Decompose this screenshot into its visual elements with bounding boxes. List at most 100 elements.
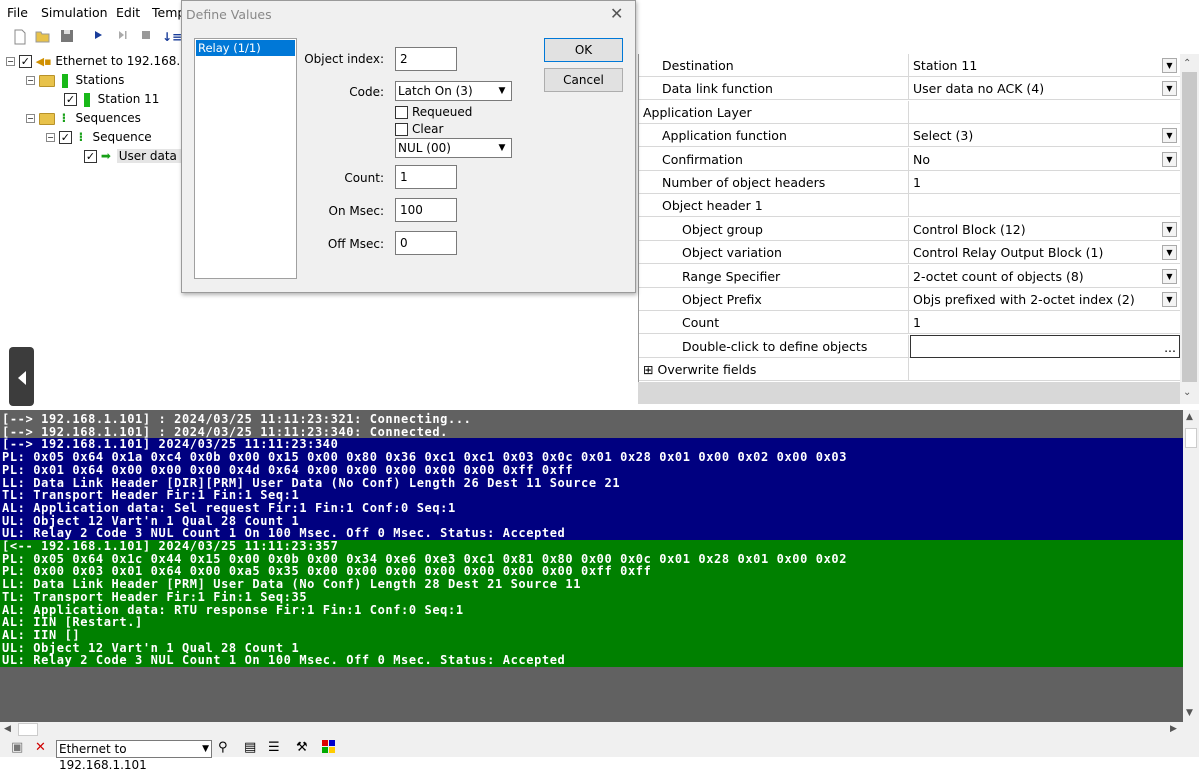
property-value[interactable]: 1: [910, 311, 1180, 334]
tree-item-sequence[interactable]: − ✓ ⁝ Sequence: [46, 128, 152, 147]
property-value[interactable]: [910, 101, 1180, 124]
collapse-icon[interactable]: −: [26, 114, 35, 123]
menu-file[interactable]: File: [7, 5, 28, 20]
property-value[interactable]: Control Block (12) ▼: [910, 218, 1180, 241]
menu-edit[interactable]: Edit: [116, 5, 140, 20]
message-log[interactable]: [--> 192.168.1.101] : 2024/03/25 11:11:2…: [0, 410, 1183, 722]
requeued-checkbox[interactable]: Requeued: [395, 105, 472, 119]
scroll-up-icon[interactable]: ▲: [1186, 412, 1193, 422]
checkbox-sequence[interactable]: ✓: [58, 131, 72, 144]
tree-item-root[interactable]: − ✓ ◀▪ Ethernet to 192.168.1.: [6, 52, 192, 71]
collapse-icon[interactable]: −: [26, 76, 35, 85]
collapse-icon[interactable]: −: [6, 57, 15, 66]
object-list[interactable]: Relay (1/1): [194, 38, 297, 279]
property-row[interactable]: Application function Select (3) ▼: [639, 124, 1180, 148]
property-value[interactable]: 1: [910, 171, 1180, 194]
chevron-down-icon[interactable]: ▼: [1162, 292, 1177, 307]
clear-checkbox-box[interactable]: [395, 123, 408, 136]
code-select[interactable]: Latch On (3) ▼: [395, 81, 512, 101]
list-icon[interactable]: ☰: [268, 740, 280, 755]
property-row[interactable]: Count 1: [639, 311, 1180, 335]
chevron-down-icon[interactable]: ▼: [1162, 128, 1177, 144]
document-icon[interactable]: ▤: [244, 740, 256, 755]
tree-item-stations[interactable]: − Stations: [26, 71, 124, 90]
property-value[interactable]: Objs prefixed with 2-octet index (2) ▼: [910, 288, 1180, 311]
nul-select[interactable]: NUL (00) ▼: [395, 138, 512, 158]
save-icon[interactable]: [59, 29, 75, 45]
close-icon[interactable]: ✕: [610, 4, 623, 23]
log-horizontal-scrollbar[interactable]: ◀ ▶: [0, 722, 1199, 738]
clear-checkbox[interactable]: Clear: [395, 122, 443, 136]
property-row[interactable]: Number of object headers 1: [639, 171, 1180, 194]
count-input[interactable]: 1: [395, 165, 457, 189]
object-index-input[interactable]: 2: [395, 47, 457, 71]
property-name-text: Object variation: [682, 245, 782, 261]
on-msec-input[interactable]: 100: [395, 198, 457, 222]
chevron-down-icon[interactable]: ▼: [1162, 151, 1177, 167]
property-row[interactable]: Double-click to define objects...: [639, 334, 1180, 359]
scroll-down-icon[interactable]: ⌄: [1183, 387, 1191, 398]
expand-icon[interactable]: ⊞: [643, 362, 653, 377]
property-row[interactable]: Object group Control Block (12) ▼: [639, 217, 1180, 241]
tools-icon[interactable]: ⚒: [296, 740, 308, 755]
open-folder-icon[interactable]: [35, 29, 51, 45]
property-row[interactable]: Confirmation No ▼: [639, 147, 1180, 171]
property-value[interactable]: [910, 358, 1180, 381]
property-row[interactable]: Object header 1: [639, 194, 1180, 218]
scroll-left-icon[interactable]: ◀: [4, 724, 11, 734]
scrollbar-thumb[interactable]: [1185, 428, 1197, 448]
property-row[interactable]: Data link function User data no ACK (4) ▼: [639, 77, 1180, 101]
ellipsis-button[interactable]: ...: [1164, 336, 1176, 359]
menu-simulation[interactable]: Simulation: [41, 5, 108, 20]
scrollbar-thumb[interactable]: [18, 723, 38, 736]
connection-select[interactable]: Ethernet to 192.168.1.101 ▼: [56, 740, 212, 772]
property-row[interactable]: Range Specifier 2-octet count of objects …: [639, 264, 1180, 288]
tree-item-userdata[interactable]: ✓ ➡ User data n: [84, 147, 191, 166]
scrollbar-thumb[interactable]: [1182, 72, 1197, 382]
off-msec-input[interactable]: 0: [395, 231, 457, 255]
list-item-relay[interactable]: Relay (1/1): [196, 40, 295, 56]
stop-icon[interactable]: [138, 29, 154, 45]
chevron-down-icon[interactable]: ▼: [1162, 58, 1177, 73]
property-row[interactable]: Object variation Control Relay Output Blo…: [639, 241, 1180, 265]
color-palette-icon[interactable]: [322, 740, 335, 757]
new-file-icon[interactable]: [12, 29, 28, 45]
checkbox-station11[interactable]: ✓: [64, 93, 77, 106]
property-grid-scrollbar[interactable]: ⌃ ⌄: [1180, 54, 1199, 404]
property-value[interactable]: 2-octet count of objects (8) ▼: [910, 265, 1180, 288]
requeued-checkbox-box[interactable]: [395, 106, 408, 119]
property-value[interactable]: Control Relay Output Block (1) ▼: [910, 241, 1180, 264]
property-row[interactable]: ⊞ Overwrite fields: [639, 358, 1180, 382]
chevron-down-icon[interactable]: ▼: [1162, 81, 1177, 97]
delete-icon[interactable]: ✕: [35, 740, 46, 755]
ok-button[interactable]: OK: [544, 38, 623, 62]
checkbox-userdata[interactable]: ✓: [84, 150, 97, 163]
scroll-up-icon[interactable]: ⌃: [1183, 58, 1191, 69]
play-icon[interactable]: [90, 29, 106, 45]
tree-item-station11[interactable]: ✓ Station 11: [64, 90, 159, 109]
property-value[interactable]: No ▼: [910, 148, 1180, 171]
property-value[interactable]: Station 11 ▼: [910, 54, 1180, 77]
step-icon[interactable]: [114, 29, 130, 45]
binoculars-icon[interactable]: ⚲: [218, 740, 228, 755]
save-icon[interactable]: ▣: [11, 740, 23, 755]
chevron-down-icon[interactable]: ▼: [1162, 245, 1177, 261]
scroll-down-icon[interactable]: ▼: [1186, 708, 1193, 718]
property-row[interactable]: Object Prefix Objs prefixed with 2-octet …: [639, 288, 1180, 311]
checkbox-root[interactable]: ✓: [18, 55, 32, 68]
property-row[interactable]: Destination Station 11 ▼: [639, 54, 1180, 77]
collapse-icon[interactable]: −: [46, 133, 55, 142]
sort-icon[interactable]: ↓≡: [162, 29, 182, 45]
property-value[interactable]: User data no ACK (4) ▼: [910, 77, 1180, 100]
chevron-down-icon[interactable]: ▼: [1162, 221, 1177, 237]
cancel-button[interactable]: Cancel: [544, 68, 623, 92]
property-row[interactable]: Application Layer: [639, 100, 1180, 124]
scroll-right-icon[interactable]: ▶: [1170, 724, 1177, 734]
chevron-down-icon[interactable]: ▼: [1162, 268, 1177, 284]
log-scrollbar[interactable]: ▲ ▼: [1183, 410, 1199, 722]
property-value[interactable]: ...: [910, 334, 1180, 359]
property-value[interactable]: Select (3) ▼: [910, 124, 1180, 147]
property-value[interactable]: [910, 194, 1180, 217]
collapse-panel-button[interactable]: [9, 347, 34, 406]
tree-item-sequences[interactable]: − ⁝ Sequences: [26, 109, 141, 128]
